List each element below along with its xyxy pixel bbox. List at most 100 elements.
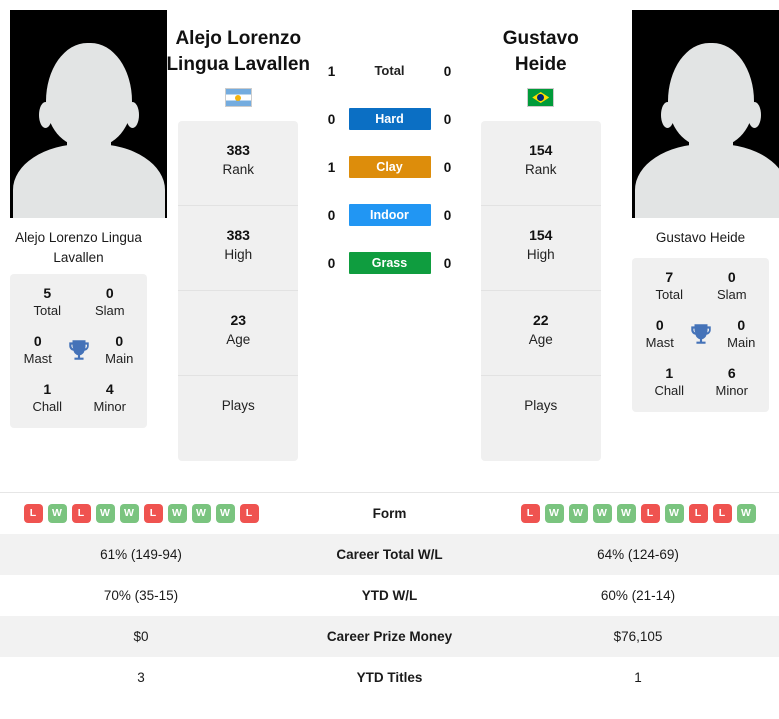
left-stat-high-label: High bbox=[224, 247, 253, 262]
right-titles-slam-label: Slam bbox=[716, 287, 747, 302]
form-badge-loss: L bbox=[23, 503, 43, 523]
row-label-form: Form bbox=[282, 492, 497, 534]
left-career-prize-money: $0 bbox=[133, 628, 149, 644]
left-stat-plays: Plays bbox=[178, 376, 298, 461]
right-stat-age-label: Age bbox=[528, 332, 553, 347]
avatar-body-shape bbox=[12, 144, 165, 218]
titles-row-chall-minor: 1 Chall 6 Minor bbox=[638, 364, 763, 400]
titles-row-total-slam: 7 Total 0 Slam bbox=[638, 268, 763, 304]
left-stat-plays-label: Plays bbox=[221, 398, 255, 413]
flag-argentina bbox=[224, 88, 252, 107]
left-titles-mast-value: 0 bbox=[33, 333, 42, 349]
right-player-caption-name: Gustavo Heide bbox=[655, 230, 746, 245]
table-row-form: LWLWWLWWWL Form LWWWWLWLLW bbox=[0, 492, 779, 534]
left-stat-age-label: Age bbox=[226, 332, 251, 347]
right-titles-chall-label: Chall bbox=[654, 383, 685, 398]
left-titles-minor: 4 Minor bbox=[79, 380, 142, 416]
right-titles-slam-value: 0 bbox=[727, 269, 736, 285]
form-badge-win: W bbox=[664, 503, 684, 523]
left-titles-chall: 1 Chall bbox=[16, 380, 79, 416]
form-badge-loss: L bbox=[520, 503, 540, 523]
left-titles-main-label: Main bbox=[105, 351, 134, 366]
table-row-ytd-titles: 3 YTD Titles 1 bbox=[0, 656, 779, 698]
right-stat-high-label: High bbox=[526, 247, 555, 262]
left-player-column: Alejo Lorenzo Lingua Lavallen 5 Total 0 … bbox=[0, 0, 167, 428]
right-stat-rank: 154 Rank bbox=[480, 121, 601, 206]
left-titles-slam: 0 Slam bbox=[79, 284, 142, 320]
left-player-titles-card: 5 Total 0 Slam 0 Mast 0 Main 1 Chall 4 M… bbox=[10, 274, 147, 428]
titles-row-chall-minor: 1 Chall 4 Minor bbox=[16, 380, 141, 416]
left-stat-age: 23 Age bbox=[178, 291, 299, 376]
avatar-ear-left-shape bbox=[38, 101, 52, 128]
h2h-row-hard: 0 Hard 0 bbox=[320, 108, 460, 130]
player-comparison-header: Alejo Lorenzo Lingua Lavallen 5 Total 0 … bbox=[0, 0, 779, 492]
right-player-column: Gustavo Heide 7 Total 0 Slam 0 Mast 0 Ma… bbox=[622, 0, 779, 412]
right-stat-rank-value: 154 bbox=[529, 142, 553, 158]
right-stat-rank-label: Rank bbox=[524, 162, 557, 177]
left-player-avatar bbox=[10, 10, 167, 218]
left-player-name: Alejo Lorenzo Lingua Lavallen bbox=[157, 26, 320, 78]
left-player-caption-name: Alejo Lorenzo Lingua Lavallen bbox=[15, 230, 142, 265]
right-titles-main-label: Main bbox=[727, 335, 756, 350]
left-titles-total-label: Total bbox=[33, 303, 61, 318]
right-titles-chall: 1 Chall bbox=[638, 364, 701, 400]
right-stat-age-value: 22 bbox=[532, 312, 549, 328]
h2h-clay-left-score: 1 bbox=[327, 159, 336, 175]
head-to-head-column: 1 Total 0 0 Hard 0 1 Clay 0 0 Indoor 0 0… bbox=[320, 0, 460, 274]
titles-row-mast-main: 0 Mast 0 Main bbox=[16, 332, 141, 368]
form-badge-loss: L bbox=[712, 503, 732, 523]
right-form-badges: LWWWWLWLLW bbox=[503, 503, 773, 523]
left-titles-main-value: 0 bbox=[115, 333, 124, 349]
right-titles-mast-value: 0 bbox=[655, 317, 664, 333]
left-titles-mast-label: Mast bbox=[23, 351, 52, 366]
right-titles-total-value: 7 bbox=[665, 269, 674, 285]
right-career-prize-money: $76,105 bbox=[613, 628, 663, 644]
left-titles-slam-value: 0 bbox=[105, 285, 114, 301]
h2h-grass-right-score: 0 bbox=[443, 255, 452, 271]
right-stat-age: 22 Age bbox=[480, 291, 601, 376]
form-badge-win: W bbox=[215, 503, 235, 523]
form-badge-loss: L bbox=[143, 503, 163, 523]
form-badge-win: W bbox=[736, 503, 756, 523]
right-player-info-column: Gustavo Heide 154 Rank 154 High 22 Age P… bbox=[460, 0, 623, 461]
left-player-info-column: Alejo Lorenzo Lingua Lavallen 383 Rank 3… bbox=[157, 0, 320, 461]
right-titles-main-value: 0 bbox=[737, 317, 746, 333]
h2h-grass-left-score: 0 bbox=[327, 255, 336, 271]
left-titles-total: 5 Total bbox=[16, 284, 79, 320]
left-ytd-titles: 3 bbox=[137, 669, 145, 685]
right-titles-chall-value: 1 bbox=[665, 365, 674, 381]
h2h-hard-left-score: 0 bbox=[327, 111, 336, 127]
h2h-total-right-score: 0 bbox=[443, 63, 452, 79]
form-badge-win: W bbox=[616, 503, 636, 523]
form-badge-win: W bbox=[167, 503, 187, 523]
right-titles-slam: 0 Slam bbox=[701, 268, 764, 304]
h2h-indoor-left-score: 0 bbox=[327, 207, 336, 223]
left-stat-age-value: 23 bbox=[230, 312, 247, 328]
left-titles-chall-value: 1 bbox=[43, 381, 52, 397]
left-player-name-line2: Lingua Lavallen bbox=[166, 54, 311, 75]
comparison-stats-table: LWLWWLWWWL Form LWWWWLWLLW 61% (149-94) … bbox=[0, 492, 779, 698]
right-titles-minor-value: 6 bbox=[727, 365, 736, 381]
right-titles-mast: 0 Mast bbox=[638, 316, 682, 352]
avatar-body-shape bbox=[634, 144, 779, 218]
flag-brazil bbox=[527, 88, 555, 107]
h2h-row-total: 1 Total 0 bbox=[320, 60, 460, 82]
right-stat-plays: Plays bbox=[481, 376, 601, 461]
left-titles-slam-label: Slam bbox=[94, 303, 125, 318]
right-player-name-line1: Gustavo bbox=[502, 28, 579, 49]
left-titles-minor-label: Minor bbox=[93, 399, 126, 414]
h2h-row-grass: 0 Grass 0 bbox=[320, 252, 460, 274]
left-titles-minor-value: 4 bbox=[105, 381, 114, 397]
right-player-name-line2: Heide bbox=[514, 54, 567, 75]
right-player-stat-card: 154 Rank 154 High 22 Age Plays bbox=[480, 121, 601, 461]
form-badge-win: W bbox=[592, 503, 612, 523]
right-titles-main: 0 Main bbox=[720, 316, 764, 352]
right-stat-high-value: 154 bbox=[529, 227, 553, 243]
right-stat-high: 154 High bbox=[480, 206, 601, 291]
left-form-badges: LWLWWLWWWL bbox=[6, 503, 276, 523]
table-row-career-prize-money: $0 Career Prize Money $76,105 bbox=[0, 615, 779, 657]
left-ytd-wl: 70% (35-15) bbox=[103, 587, 179, 603]
form-badge-loss: L bbox=[71, 503, 91, 523]
h2h-total-left-score: 1 bbox=[327, 63, 336, 79]
avatar-ear-right-shape bbox=[125, 101, 139, 128]
